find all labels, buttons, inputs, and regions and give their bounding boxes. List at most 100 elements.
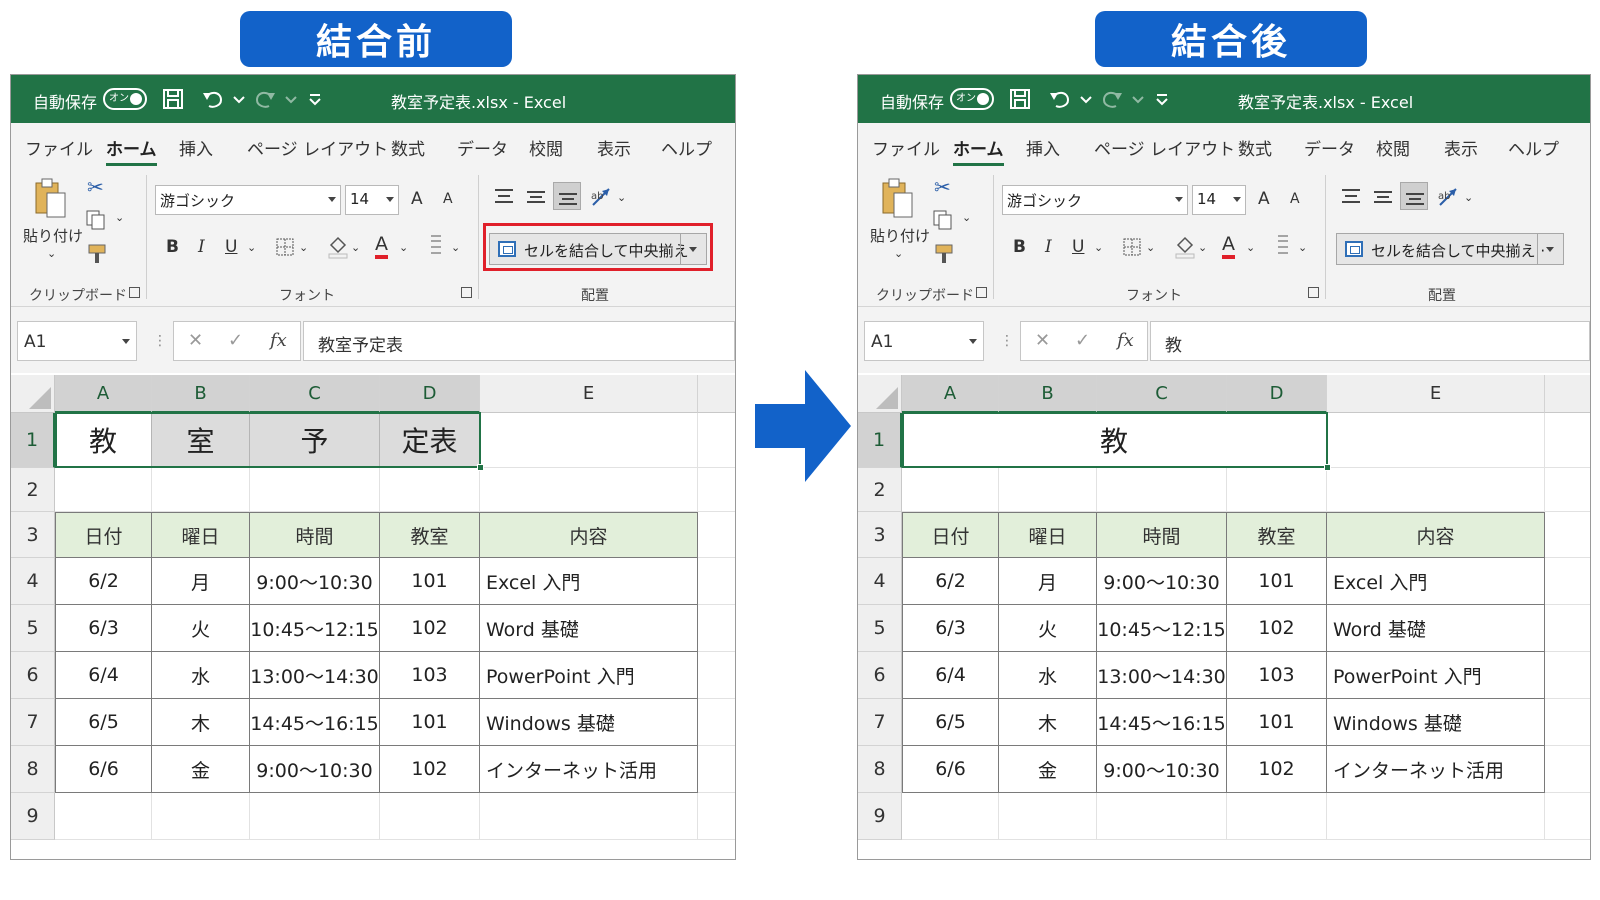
chevron-down-icon[interactable]: ⌄ <box>247 241 256 254</box>
table-cell[interactable]: 103 <box>1227 652 1327 699</box>
table-cell[interactable]: 金 <box>152 746 250 793</box>
table-cell[interactable]: 14:45〜16:15 <box>250 699 380 746</box>
tab-file[interactable]: ファイル <box>25 135 93 160</box>
table-header-cell[interactable]: 教室 <box>1227 512 1327 558</box>
merge-and-center-button[interactable]: セルを結合して中央揃え · <box>1336 233 1564 265</box>
cell-empty[interactable] <box>1545 699 1590 746</box>
table-cell[interactable]: 金 <box>999 746 1097 793</box>
tab-formulas[interactable]: 数式 <box>391 135 425 160</box>
chevron-down-icon[interactable] <box>1126 87 1150 111</box>
table-cell[interactable]: Excel 入門 <box>1327 558 1545 605</box>
undo-icon[interactable] <box>1048 87 1072 111</box>
tab-view[interactable]: 表示 <box>1444 135 1478 160</box>
column-header-e[interactable]: E <box>480 375 698 413</box>
table-cell[interactable]: 9:00〜10:30 <box>1097 746 1227 793</box>
paste-button[interactable]: 貼り付け <box>23 225 83 246</box>
cell-empty[interactable] <box>250 468 380 512</box>
cell-empty[interactable] <box>1545 512 1590 558</box>
customize-toolbar-icon[interactable] <box>303 87 327 111</box>
tab-review[interactable]: 校閲 <box>1376 135 1410 160</box>
redo-icon[interactable] <box>1100 87 1124 111</box>
cell-empty[interactable] <box>698 793 735 840</box>
chevron-down-icon[interactable]: ⌄ <box>1094 241 1103 254</box>
cancel-icon[interactable]: ✕ <box>188 330 203 351</box>
column-header-f[interactable]: F <box>698 375 735 413</box>
row-header-1[interactable]: 1 <box>11 413 55 468</box>
name-box[interactable]: A1 <box>17 321 137 361</box>
save-icon[interactable] <box>161 87 185 111</box>
table-cell[interactable]: 103 <box>380 652 480 699</box>
table-cell[interactable]: 101 <box>380 699 480 746</box>
phonetic-icon[interactable] <box>427 233 445 259</box>
cell-empty[interactable] <box>152 468 250 512</box>
table-cell[interactable]: 10:45〜12:15 <box>1097 605 1227 652</box>
table-cell[interactable]: 102 <box>1227 605 1327 652</box>
enter-icon[interactable]: ✓ <box>1075 330 1090 351</box>
cell-empty[interactable] <box>698 558 735 605</box>
row-header-4[interactable]: 4 <box>858 558 902 605</box>
cell-empty[interactable] <box>999 793 1097 840</box>
column-header-e[interactable]: E <box>1327 375 1545 413</box>
align-bottom-button[interactable] <box>1400 182 1428 210</box>
table-cell[interactable]: 101 <box>1227 558 1327 605</box>
cell-empty[interactable] <box>1227 468 1327 512</box>
table-cell[interactable]: Word 基礎 <box>1327 605 1545 652</box>
cell-empty[interactable] <box>999 468 1097 512</box>
row-header-1[interactable]: 1 <box>858 413 902 468</box>
table-cell[interactable]: 水 <box>999 652 1097 699</box>
table-cell[interactable]: 101 <box>1227 699 1327 746</box>
tab-data[interactable]: データ <box>457 135 508 160</box>
merge-dropdown[interactable] <box>1537 234 1563 264</box>
dialog-launcher-icon[interactable] <box>461 287 472 298</box>
table-cell[interactable]: インターネット活用 <box>480 746 698 793</box>
table-cell[interactable]: 火 <box>999 605 1097 652</box>
table-cell[interactable]: 月 <box>999 558 1097 605</box>
row-header-3[interactable]: 3 <box>858 512 902 558</box>
cell-empty[interactable] <box>1545 558 1590 605</box>
row-header-5[interactable]: 5 <box>11 605 55 652</box>
chevron-down-icon[interactable]: ⌄ <box>351 241 360 254</box>
table-cell[interactable]: 6/5 <box>55 699 152 746</box>
tab-page-layout[interactable]: ページ レイアウト <box>247 135 388 160</box>
align-bottom-button[interactable] <box>553 182 581 210</box>
formula-input[interactable]: 教 <box>1150 321 1590 361</box>
shrink-font-button[interactable]: A <box>1290 191 1300 207</box>
fill-handle[interactable] <box>1324 464 1331 471</box>
underline-button[interactable]: U <box>1072 237 1084 257</box>
row-header-2[interactable]: 2 <box>858 468 902 512</box>
cell-empty[interactable] <box>698 605 735 652</box>
cell-empty[interactable] <box>1327 793 1545 840</box>
column-header-d[interactable]: D <box>1227 375 1327 413</box>
orientation-icon[interactable]: ab <box>1436 185 1460 209</box>
shrink-font-button[interactable]: A <box>443 191 453 207</box>
copy-icon[interactable] <box>932 209 954 231</box>
table-cell[interactable]: 6/6 <box>55 746 152 793</box>
table-cell[interactable]: PowerPoint 入門 <box>480 652 698 699</box>
column-header-d[interactable]: D <box>380 375 480 413</box>
cell-empty[interactable] <box>1545 413 1590 468</box>
cut-icon[interactable]: ✂ <box>87 175 104 199</box>
table-cell[interactable]: 102 <box>380 746 480 793</box>
align-top-icon[interactable] <box>1340 187 1362 207</box>
chevron-down-icon[interactable] <box>279 87 303 111</box>
row-header-2[interactable]: 2 <box>11 468 55 512</box>
table-cell[interactable]: 6/4 <box>55 652 152 699</box>
tab-view[interactable]: 表示 <box>597 135 631 160</box>
enter-icon[interactable]: ✓ <box>228 330 243 351</box>
font-color-button[interactable]: A <box>375 233 388 259</box>
table-cell[interactable]: インターネット活用 <box>1327 746 1545 793</box>
grow-font-button[interactable]: A <box>1258 189 1270 209</box>
chevron-down-icon[interactable]: ⌄ <box>1198 241 1207 254</box>
chevron-down-icon[interactable]: ⌄ <box>962 211 971 224</box>
table-header-cell[interactable]: 日付 <box>902 512 999 558</box>
row-header-8[interactable]: 8 <box>11 746 55 793</box>
cell-empty[interactable] <box>698 746 735 793</box>
column-header-a[interactable]: A <box>902 375 999 413</box>
row-header-6[interactable]: 6 <box>858 652 902 699</box>
chevron-down-icon[interactable]: ⌄ <box>451 241 460 254</box>
paste-button[interactable]: 貼り付け <box>870 225 930 246</box>
chevron-down-icon[interactable]: ⌄ <box>399 241 408 254</box>
font-name-select[interactable]: 游ゴシック <box>155 185 341 215</box>
insert-function-icon[interactable]: fx <box>270 330 287 351</box>
table-header-cell[interactable]: 内容 <box>480 512 698 558</box>
